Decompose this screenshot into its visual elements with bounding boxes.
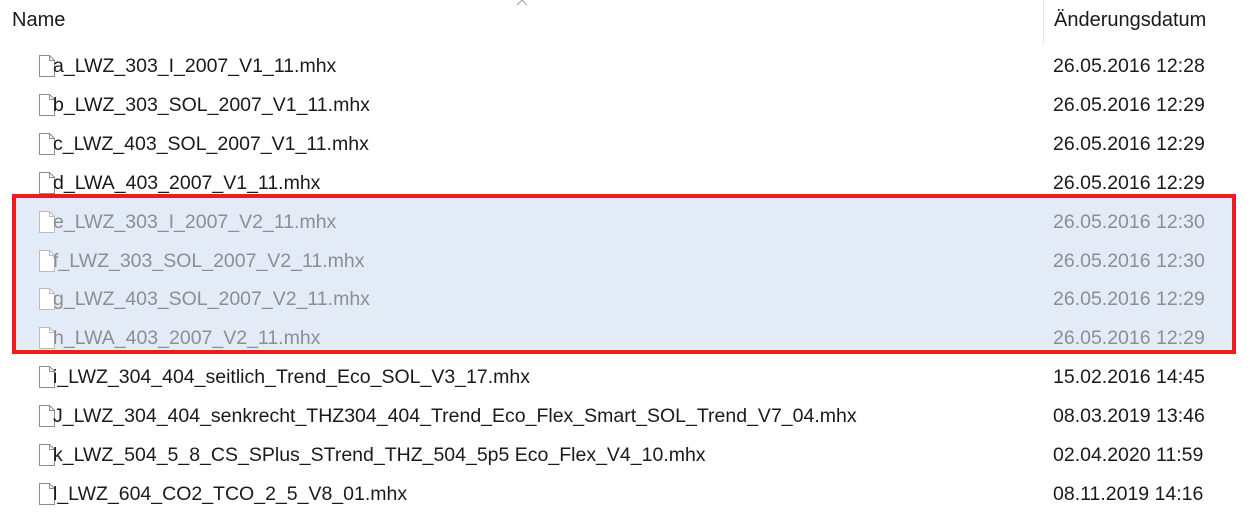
file-date-modified: 26.05.2016 12:29 bbox=[1053, 93, 1205, 116]
file-row[interactable]: c_LWZ_403_SOL_2007_V1_11.mhx 26.05.2016 1… bbox=[0, 126, 1205, 164]
file-date-modified: 15.02.2016 14:45 bbox=[1053, 366, 1205, 389]
file-name: c_LWZ_403_SOL_2007_V1_11.mhx bbox=[53, 132, 369, 155]
file-row[interactable]: e_LWZ_303_I_2007_V2_11.mhx 26.05.2016 12:… bbox=[0, 204, 1205, 242]
file-date-modified: 26.05.2016 12:29 bbox=[1053, 132, 1205, 155]
file-date-modified: 26.05.2016 12:30 bbox=[1053, 210, 1205, 233]
column-header-bar: Name Änderungsdatum bbox=[0, 0, 1254, 44]
file-date-modified: 26.05.2016 12:30 bbox=[1053, 249, 1205, 272]
file-row[interactable]: J_LWZ_304_404_senkrecht_THZ304_404_Trend… bbox=[0, 398, 1205, 436]
file-name: e_LWZ_303_I_2007_V2_11.mhx bbox=[53, 210, 337, 233]
file-date-modified: 26.05.2016 12:29 bbox=[1053, 171, 1205, 194]
file-date-modified: 08.03.2019 13:46 bbox=[1053, 405, 1205, 428]
file-row[interactable]: g_LWZ_403_SOL_2007_V2_11.mhx 26.05.2016 1… bbox=[0, 281, 1205, 319]
file-row[interactable]: i_LWZ_304_404_seitlich_Trend_Eco_SOL_V3_… bbox=[0, 359, 1205, 397]
file-name: a_LWZ_303_I_2007_V1_11.mhx bbox=[53, 55, 337, 77]
file-row[interactable]: h_LWA_403_2007_V2_11.mhx 26.05.2016 12:29 bbox=[0, 320, 1205, 358]
file-row[interactable]: l_LWZ_604_CO2_TCO_2_5_V8_01.mhx 08.11.201… bbox=[0, 476, 1204, 514]
file-date-modified: 26.05.2016 12:29 bbox=[1053, 288, 1205, 311]
file-name: h_LWA_403_2007_V2_11.mhx bbox=[53, 327, 321, 350]
file-row[interactable]: d_LWA_403_2007_V1_11.mhx 26.05.2016 12:29 bbox=[0, 165, 1205, 203]
file-row[interactable]: f_LWZ_303_SOL_2007_V2_11.mhx 26.05.2016 1… bbox=[0, 243, 1205, 281]
file-name: d_LWA_403_2007_V1_11.mhx bbox=[53, 171, 321, 194]
column-header-name[interactable]: Name bbox=[12, 9, 65, 32]
file-name: l_LWZ_604_CO2_TCO_2_5_V8_01.mhx bbox=[53, 482, 408, 505]
file-row[interactable]: b_LWZ_303_SOL_2007_V1_11.mhx 26.05.2016 1… bbox=[0, 87, 1205, 125]
file-name: g_LWZ_403_SOL_2007_V2_11.mhx bbox=[53, 288, 370, 311]
file-date-modified: 26.05.2016 12:28 bbox=[1053, 55, 1205, 77]
sort-caret-icon bbox=[516, 0, 528, 6]
file-row[interactable]: k_LWZ_504_5_8_CS_SPlus_STrend_THZ_504_5p… bbox=[0, 437, 1204, 475]
column-header-date-modified[interactable]: Änderungsdatum bbox=[1054, 9, 1206, 32]
file-date-modified: 02.04.2020 11:59 bbox=[1053, 444, 1204, 466]
file-date-modified: 08.11.2019 14:16 bbox=[1053, 482, 1204, 505]
file-name: b_LWZ_303_SOL_2007_V1_11.mhx bbox=[53, 93, 370, 116]
file-name: J_LWZ_304_404_senkrecht_THZ304_404_Trend… bbox=[53, 405, 857, 428]
file-date-modified: 26.05.2016 12:29 bbox=[1053, 327, 1205, 350]
file-name: i_LWZ_304_404_seitlich_Trend_Eco_SOL_V3_… bbox=[53, 366, 530, 389]
file-name: f_LWZ_303_SOL_2007_V2_11.mhx bbox=[53, 249, 365, 272]
column-divider[interactable] bbox=[1043, 0, 1044, 44]
file-name: k_LWZ_504_5_8_CS_SPlus_STrend_THZ_504_5p… bbox=[53, 444, 706, 466]
file-row[interactable]: a_LWZ_303_I_2007_V1_11.mhx 26.05.2016 12:… bbox=[0, 48, 1205, 86]
